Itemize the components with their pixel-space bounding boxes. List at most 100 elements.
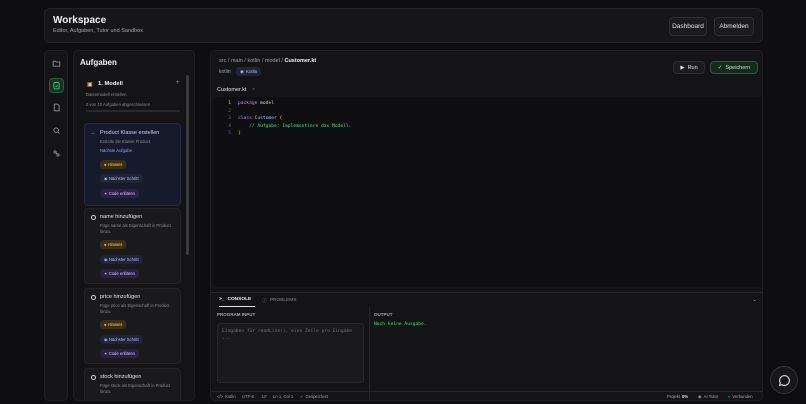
code-icon: </>: [217, 394, 224, 399]
dashboard-button[interactable]: Dashboard: [669, 17, 707, 36]
info-icon: ⓘ: [262, 299, 267, 304]
hint-button[interactable]: ● Hinweis: [100, 160, 127, 169]
module-header[interactable]: ▣ 1. Modell + Datenmodell erstellen. 0 v…: [84, 78, 181, 118]
code-line: package model: [238, 101, 274, 106]
console-tabs: >_ CONSOLE ⓘ PROBLEMS ⌄: [211, 292, 762, 307]
code-line: // Aufgabe: Implementiere das Modell.: [249, 123, 352, 129]
code-line: }: [238, 131, 241, 136]
tasks-scrollbar[interactable]: [186, 75, 189, 255]
play-icon: ▶: [680, 64, 685, 71]
breadcrumb: src / main / kotlin / model / Customer.k…: [219, 58, 317, 64]
module-title: 1. Modell: [98, 81, 123, 87]
task-desc: Füge stock als Eigenschaft in Product hi…: [100, 383, 171, 394]
code-line: class Customer {: [238, 116, 283, 121]
next-task-link[interactable]: Nächste Aufgabe: [100, 148, 178, 154]
status-position[interactable]: Ln 1, Col 1: [273, 394, 293, 399]
breadcrumb-file: Customer.kt: [284, 58, 317, 64]
task-card[interactable]: → Product Klasse erstellen Erstelle die …: [84, 123, 181, 206]
status-connection: ≈ Verbunden: [728, 394, 753, 399]
clipboard-check-icon: [53, 82, 60, 90]
task-title: name hinzufügen: [100, 214, 143, 220]
arrow-right-icon: →: [90, 130, 96, 136]
language-badge: ◉ Kotlin: [236, 67, 262, 76]
task-title: Product Klasse erstellen: [100, 130, 160, 136]
task-title: price hinzufügen: [100, 294, 141, 300]
editor-panel: src / main / kotlin / model / Customer.k…: [210, 50, 763, 401]
tutor-icon: ◉: [698, 394, 702, 399]
link-rail-button[interactable]: [49, 146, 64, 161]
wifi-icon: ≈: [728, 394, 731, 399]
next-step-button[interactable]: ◉ Nächster Schritt: [100, 174, 143, 183]
link-icon: [53, 150, 60, 157]
explain-code-button[interactable]: ✦ Code erklären: [100, 189, 139, 198]
run-button[interactable]: ▶ Run: [673, 61, 705, 74]
chevron-down-icon[interactable]: ⌄: [752, 296, 757, 303]
file-tab[interactable]: Customer.kt: [217, 87, 246, 93]
status-language[interactable]: </> Kotlin: [217, 394, 236, 399]
check-icon: ✓: [717, 64, 723, 71]
hint-button[interactable]: ● Hinweis: [100, 320, 127, 329]
tasks-panel: Aufgaben ▣ 1. Modell + Datenmodell erste…: [73, 50, 195, 401]
package-icon: ▣: [87, 82, 93, 88]
output-label: OUTPUT: [374, 312, 393, 317]
module-progress-bar: [86, 110, 180, 112]
icon-rail: [44, 50, 68, 401]
search-icon: [53, 127, 60, 134]
line-number: 1: [228, 101, 231, 106]
logout-button[interactable]: Abmelden: [714, 17, 754, 36]
line-number: 3: [228, 116, 231, 121]
breadcrumb-item[interactable]: src: [219, 58, 226, 64]
breadcrumb-item[interactable]: main: [231, 58, 243, 64]
code-editor[interactable]: 1 2 3 4 5 package model class Customer {…: [213, 97, 762, 287]
check-circle-icon: ✓: [300, 394, 304, 399]
hint-button[interactable]: ● Hinweis: [100, 240, 127, 249]
task-desc: Erstelle die Klasse Product.: [100, 139, 152, 144]
status-project-progress: Projekt 0%: [667, 394, 689, 399]
plus-icon[interactable]: +: [176, 80, 180, 86]
tab-console[interactable]: >_ CONSOLE: [219, 297, 251, 302]
output-text: Noch keine Ausgabe.: [374, 322, 427, 327]
status-bar: </> Kotlin UTF-8 LF Ln 1, Col 1 ✓ Gespeich…: [211, 391, 762, 400]
chat-bubble-icon: [778, 374, 790, 386]
explain-code-button[interactable]: ✦ Code erklären: [100, 269, 139, 278]
files-rail-button[interactable]: [49, 56, 64, 71]
status-eol[interactable]: LF: [262, 394, 267, 399]
file-icon: [53, 103, 60, 112]
docs-rail-button[interactable]: [49, 100, 64, 115]
close-tab-icon[interactable]: ×: [252, 87, 255, 93]
task-desc: Füge name als Eigenschaft in Product hin…: [100, 223, 171, 234]
tab-problems[interactable]: ⓘ PROBLEMS: [262, 297, 296, 304]
language-label: kotlin: [219, 69, 231, 75]
search-rail-button[interactable]: [49, 123, 64, 138]
status-saved: ✓ Gespeichert: [300, 394, 329, 399]
program-input-placeholder: Eingaben für readLine(), eine Zeile pro …: [222, 329, 352, 341]
chat-button[interactable]: [770, 366, 798, 394]
tasks-title: Aufgaben: [80, 58, 117, 67]
active-tab-underline: [219, 306, 255, 307]
task-desc: Füge price als Eigenschaft in Product hi…: [100, 303, 170, 314]
breadcrumb-item[interactable]: kotlin: [247, 58, 260, 64]
circle-icon: [91, 295, 96, 300]
save-button[interactable]: ✓ Speichern: [710, 61, 758, 74]
next-step-button[interactable]: ◉ Nächster Schritt: [100, 335, 143, 344]
next-step-button[interactable]: ◉ Nächster Schritt: [100, 255, 143, 264]
task-card[interactable]: stock hinzufügen Füge stock als Eigensch…: [84, 368, 181, 400]
breadcrumb-item[interactable]: model: [265, 58, 280, 64]
module-progress-text: 0 von 10 Aufgaben abgeschlossen: [86, 102, 151, 107]
circle-icon: [91, 215, 96, 220]
console-divider: [369, 307, 370, 400]
program-input-field[interactable]: Eingaben für readLine(), eine Zeile pro …: [217, 323, 364, 383]
line-number: 4: [228, 123, 231, 129]
tasks-rail-button[interactable]: [49, 78, 64, 93]
task-title: stock hinzufügen: [100, 374, 142, 380]
kotlin-icon: ◉: [240, 68, 244, 74]
status-encoding[interactable]: UTF-8: [242, 394, 254, 399]
program-input-label: PROGRAM INPUT: [217, 312, 256, 317]
status-tutor[interactable]: ◉ AI Tutor: [698, 394, 718, 399]
task-card[interactable]: price hinzufügen Füge price als Eigensch…: [84, 288, 181, 364]
line-number: 5: [228, 131, 231, 136]
task-card[interactable]: name hinzufügen Füge name als Eigenschaf…: [84, 208, 181, 284]
terminal-icon: >_: [219, 297, 225, 302]
page-title: Workspace: [53, 15, 107, 26]
explain-code-button[interactable]: ✦ Code erklären: [100, 349, 139, 358]
